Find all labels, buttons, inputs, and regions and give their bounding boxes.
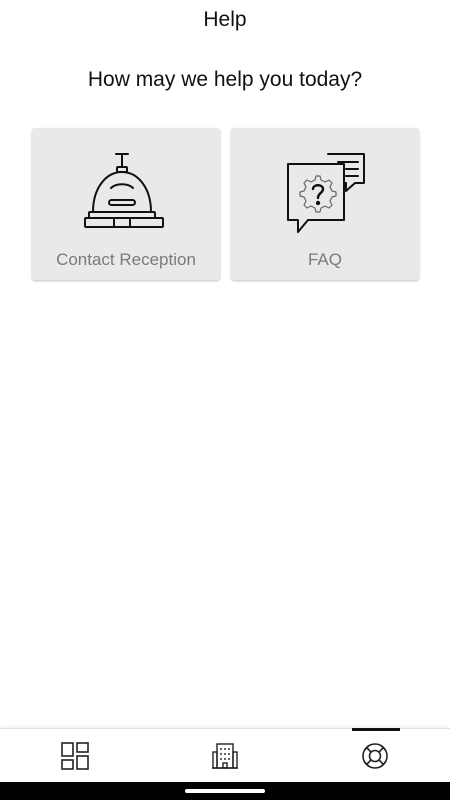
contact-reception-label: Contact Reception bbox=[56, 250, 196, 269]
page-title: Help bbox=[203, 8, 247, 31]
nav-item-building[interactable] bbox=[150, 729, 300, 783]
system-navigation-bar bbox=[0, 782, 450, 800]
bottom-navigation bbox=[0, 728, 450, 783]
contact-reception-button[interactable]: Contact Reception bbox=[32, 128, 220, 280]
faq-chat-icon bbox=[287, 153, 365, 233]
lifebuoy-icon bbox=[362, 743, 388, 769]
faq-label: FAQ bbox=[307, 250, 342, 269]
building-icon bbox=[212, 743, 238, 769]
dashboard-icon bbox=[61, 742, 89, 770]
nav-item-dashboard[interactable] bbox=[0, 729, 150, 783]
home-gesture-handle[interactable] bbox=[185, 789, 265, 793]
faq-button[interactable]: FAQ bbox=[231, 128, 419, 280]
help-screen: Help How may we help you today? Contact … bbox=[0, 0, 450, 800]
nav-item-help[interactable] bbox=[300, 729, 450, 783]
help-prompt: How may we help you today? bbox=[87, 68, 363, 91]
reception-bell-icon bbox=[84, 153, 164, 228]
